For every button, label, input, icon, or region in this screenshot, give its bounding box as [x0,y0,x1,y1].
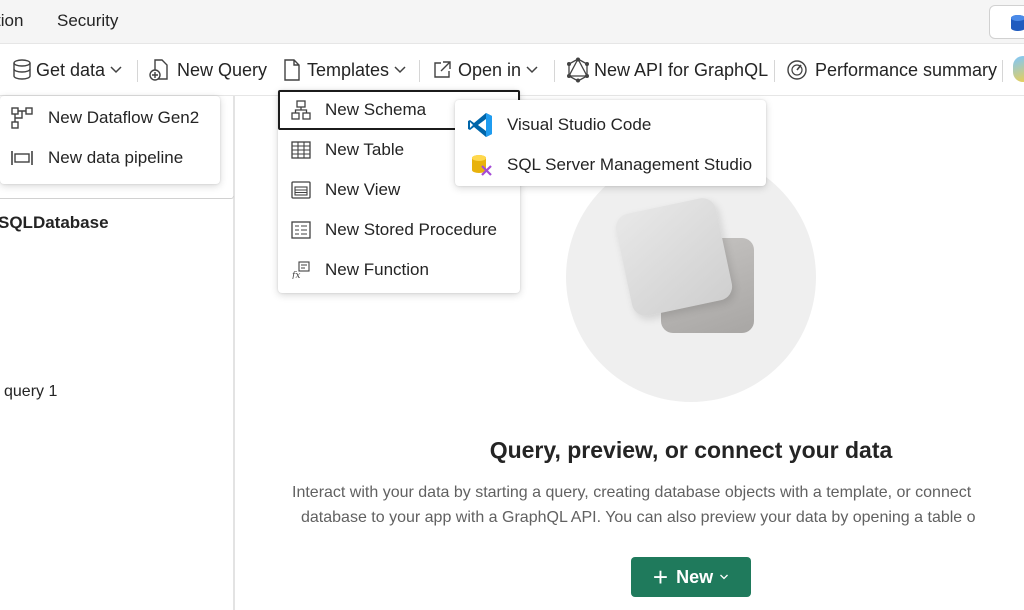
hero-description: Interact with your data by starting a qu… [292,480,1024,530]
chevron-down-icon [720,574,729,580]
toolbar-divider [554,60,555,82]
menu-item-new-function[interactable]: fx New Function [278,250,429,290]
chevron-down-icon [394,66,406,74]
menu-item-ssms[interactable]: SQL Server Management Studio [455,145,752,185]
menu-item-new-pipeline[interactable]: New data pipeline [0,138,183,178]
menu-item-new-view[interactable]: New View [278,170,400,210]
new-query-label: New Query [177,59,268,80]
database-icon [1011,15,1024,31]
toolbar-divider [774,60,775,82]
menu-item-label: New data pipeline [48,148,184,167]
toolbar-divider [137,60,138,82]
templates-label: Templates [307,59,390,80]
tab-security[interactable]: Security [57,11,118,31]
dataflow-icon [11,107,33,129]
menu-item-label: New Function [325,260,429,279]
performance-summary-label: Performance summary [815,59,998,80]
menu-item-new-table[interactable]: New Table [278,130,404,170]
toolbar-divider [1002,60,1003,82]
hero-description-line: Interact with your data by starting a qu… [292,484,972,501]
menu-item-vscode[interactable]: Visual Studio Code [455,105,651,145]
svg-text:fx: fx [291,271,300,279]
new-query-icon [149,59,168,81]
view-icon [291,181,311,199]
query-item[interactable]: query 1 [4,383,57,401]
document-icon [284,59,300,81]
pipeline-icon [11,151,33,165]
database-name[interactable]: SQLDatabase [0,213,109,233]
new-button-label: New [676,566,714,587]
vscode-icon [468,113,492,137]
hero-illustration-card-front [613,195,735,319]
hero-description-line: database to your app with a GraphQL API.… [301,509,976,526]
chevron-down-icon [110,66,122,74]
toolbar-divider [419,60,420,82]
menu-item-label: New View [325,180,401,199]
new-graphql-api-button[interactable]: New API for GraphQL [566,56,768,84]
new-query-button[interactable]: New Query [149,56,267,84]
open-external-icon [434,61,451,78]
database-selector[interactable] [989,5,1024,39]
chevron-down-icon [526,66,538,74]
menu-item-label: New Dataflow Gen2 [48,108,200,127]
copilot-icon[interactable] [1013,56,1024,82]
menu-item-label: New Schema [325,100,427,119]
get-data-label: Get data [36,59,106,80]
gauge-icon [787,60,807,80]
get-data-menu: New Dataflow Gen2 New data pipeline [0,96,220,184]
performance-summary-button[interactable]: Performance summary [786,56,997,84]
new-button[interactable]: + New [631,557,751,597]
menu-item-new-dataflow[interactable]: New Dataflow Gen2 [0,98,199,138]
hero-title: Query, preview, or connect your data [489,437,893,463]
menu-item-new-schema[interactable]: New Schema [278,90,426,130]
plus-icon: + [652,562,669,592]
open-in-menu: Visual Studio Code SQL Server Management… [455,100,766,186]
get-data-button[interactable]: Get data [12,56,123,84]
ribbon-toolbar: Get data New Query Templates Open in New… [0,44,1024,96]
new-graphql-label: New API for GraphQL [594,59,769,80]
menu-item-label: New Stored Procedure [325,220,497,239]
menu-item-new-stored-procedure[interactable]: New Stored Procedure [278,210,497,250]
ssms-icon [472,155,492,176]
open-in-label: Open in [458,59,522,80]
function-icon: fx [291,261,310,279]
graphql-icon [567,57,589,83]
schema-icon [291,100,311,120]
open-in-button[interactable]: Open in [432,56,539,84]
templates-button[interactable]: Templates [283,56,407,84]
tab-partial[interactable]: tion [0,11,23,31]
top-tab-strip: tion Security [0,0,1024,44]
database-icon [13,59,31,80]
menu-item-label: New Table [325,140,405,159]
menu-item-label: SQL Server Management Studio [507,155,753,174]
menu-item-label: Visual Studio Code [507,115,652,134]
explorer-search-box[interactable] [0,196,234,199]
stored-procedure-icon [291,221,311,239]
table-icon [291,141,311,159]
